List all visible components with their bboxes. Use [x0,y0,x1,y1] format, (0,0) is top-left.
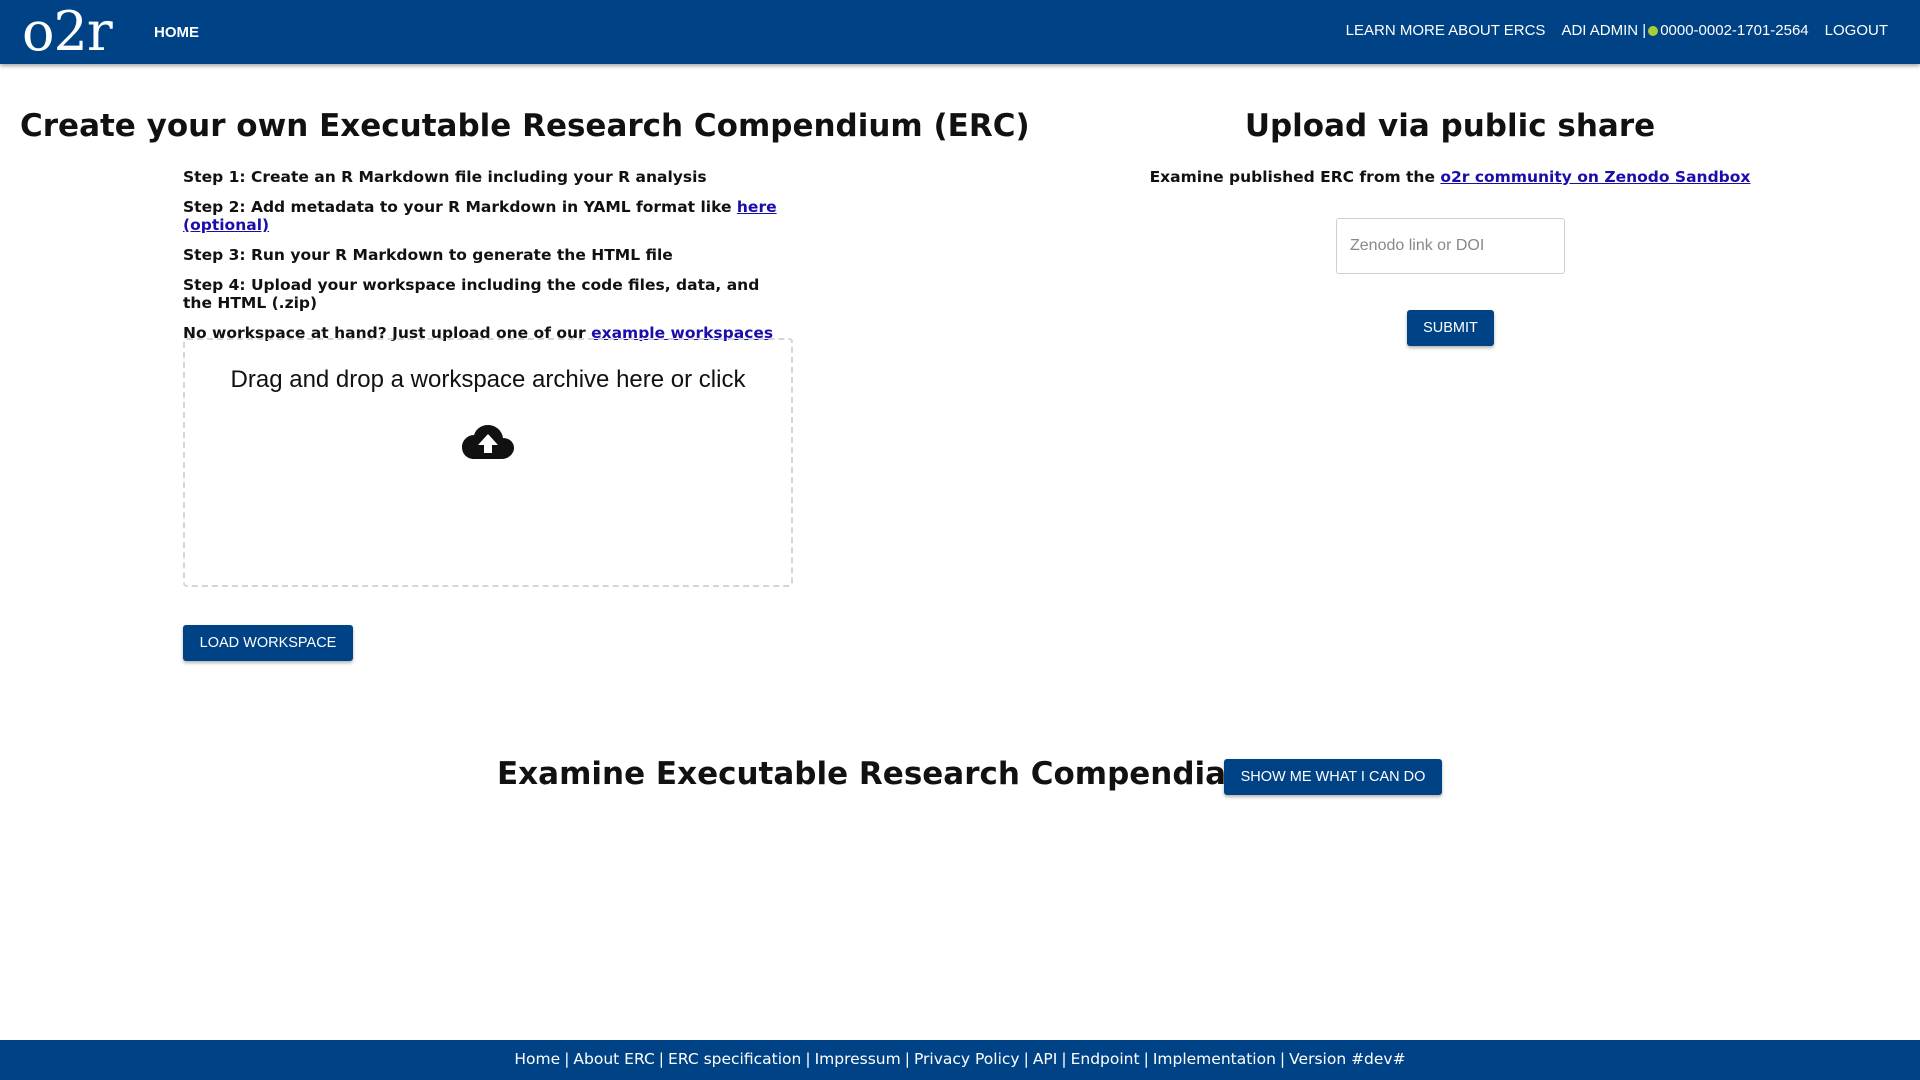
submit-button[interactable]: SUBMIT [1407,310,1494,346]
nav-right-group: LEARN MORE ABOUT ERCS ADI ADMIN | 0000-0… [1346,22,1888,39]
top-navbar: o2r HOME LEARN MORE ABOUT ERCS ADI ADMIN… [0,0,1920,64]
step-2-text: Step 2: Add metadata to your R Markdown … [183,198,737,216]
footer-link-impressum[interactable]: Impressum [815,1050,901,1068]
step-4: Step 4: Upload your workspace including … [183,276,760,312]
orcid-icon [1648,25,1659,36]
step-1: Step 1: Create an R Markdown file includ… [183,168,707,186]
load-workspace-button[interactable]: LOAD WORKSPACE [183,625,353,661]
public-share-title: Upload via public share [1244,108,1656,144]
footer-link-api[interactable]: API [1033,1050,1058,1068]
nav-logout-link[interactable]: LOGOUT [1825,22,1888,39]
public-share-subtitle: Examine published ERC from the o2r commu… [1050,168,1850,186]
footer-version: Version #dev# [1289,1050,1406,1068]
o2r-logo[interactable]: o2r [22,0,113,64]
footer-link-endpoint[interactable]: Endpoint [1071,1050,1140,1068]
footer-link-home[interactable]: Home [514,1050,560,1068]
show-me-button[interactable]: SHOW ME WHAT I CAN DO [1224,759,1442,795]
orcid-id: 0000-0002-1701-2564 [1660,22,1809,39]
zenodo-doi-input[interactable] [1336,218,1565,274]
examine-erc-title: Examine Executable Research Compendia [497,756,1227,792]
step-3: Step 3: Run your R Markdown to generate … [183,246,673,264]
user-name: ADI ADMIN | [1561,22,1647,39]
footer-link-privacy-policy[interactable]: Privacy Policy [914,1050,1020,1068]
footer-link-about-erc[interactable]: About ERC [573,1050,654,1068]
create-erc-title: Create your own Executable Research Comp… [20,108,1030,144]
steps-list: Step 1: Create an R Markdown file includ… [183,168,783,354]
public-share-subtitle-text: Examine published ERC from the [1149,168,1441,186]
nav-user-profile-link[interactable]: ADI ADMIN | 0000-0002-1701-2564 [1561,22,1808,39]
step-2: Step 2: Add metadata to your R Markdown … [183,198,783,234]
zenodo-community-link[interactable]: o2r community on Zenodo Sandbox [1440,168,1750,186]
nav-home-link[interactable]: HOME [154,24,199,41]
footer-link-implementation[interactable]: Implementation [1153,1050,1276,1068]
footer: Home | About ERC | ERC specification | Impress… [0,1040,1920,1080]
nav-learn-more-link[interactable]: LEARN MORE ABOUT ERCS [1346,22,1546,39]
workspace-dropzone[interactable]: Drag and drop a workspace archive here o… [183,338,793,587]
cloud-upload-icon [462,424,514,464]
dropzone-text: Drag and drop a workspace archive here o… [230,366,746,393]
footer-link-erc-specification[interactable]: ERC specification [668,1050,801,1068]
